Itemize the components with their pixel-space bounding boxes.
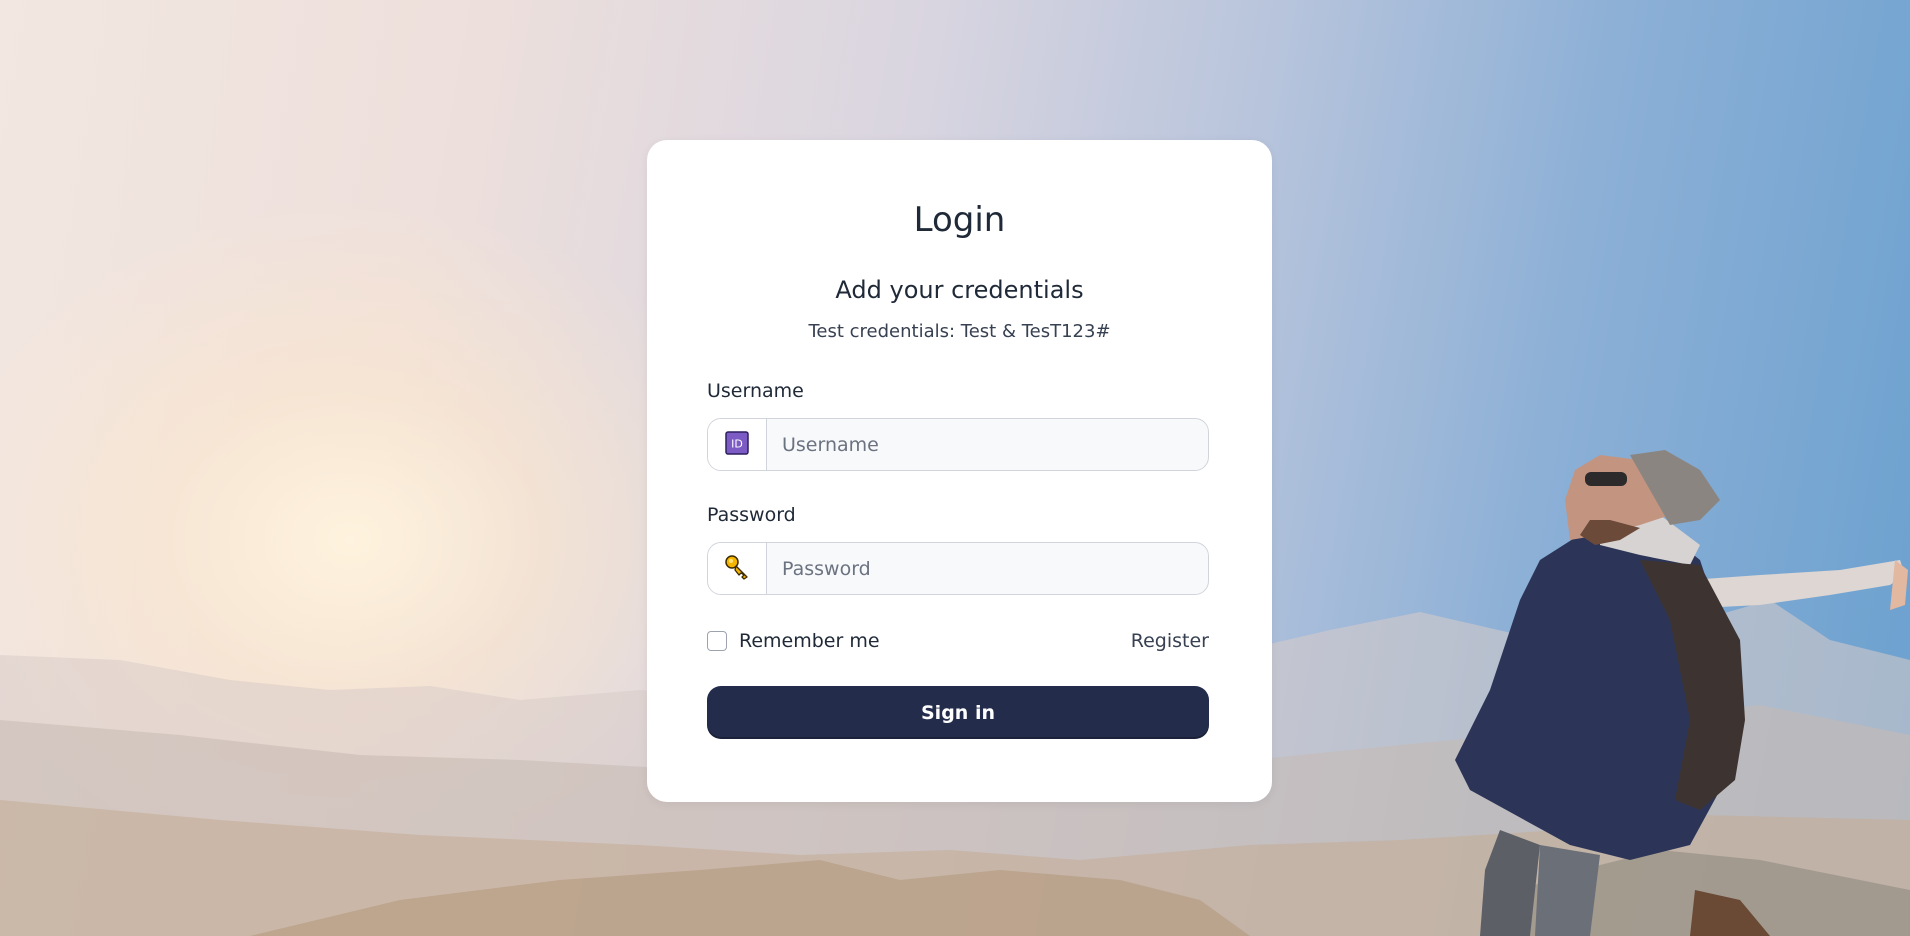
username-label: Username <box>707 380 804 402</box>
page-title: Login <box>913 200 1006 240</box>
password-label: Password <box>707 504 796 526</box>
id-icon: ID <box>725 430 749 459</box>
username-input[interactable] <box>767 419 1208 470</box>
sign-in-button[interactable]: Sign in <box>707 686 1209 739</box>
credentials-subtitle: Add your credentials <box>835 276 1084 304</box>
login-card: Login Add your credentials Test credenti… <box>647 140 1272 802</box>
password-addon <box>708 543 767 594</box>
register-link[interactable]: Register <box>1131 630 1209 652</box>
remember-me-checkbox[interactable] <box>707 631 727 651</box>
svg-text:ID: ID <box>731 437 743 450</box>
username-addon: ID <box>708 419 767 470</box>
username-input-group: ID <box>707 418 1209 471</box>
remember-me-label[interactable]: Remember me <box>739 630 880 652</box>
test-credentials-hint: Test credentials: Test & TesT123# <box>808 321 1111 342</box>
key-icon <box>724 554 750 584</box>
remember-register-row: Remember me Register <box>707 630 1209 656</box>
password-input[interactable] <box>767 543 1208 594</box>
password-input-group <box>707 542 1209 595</box>
